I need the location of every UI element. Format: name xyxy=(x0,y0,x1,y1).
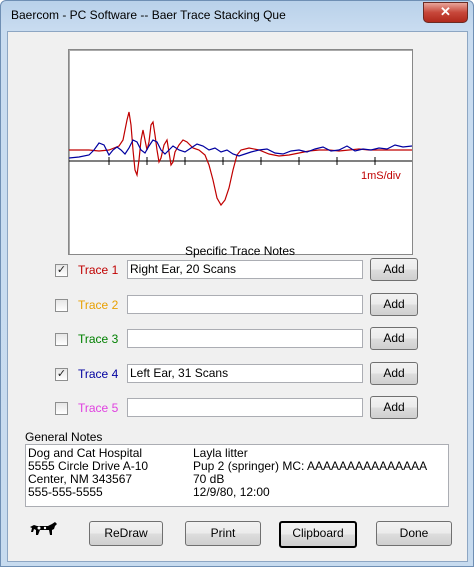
trace-2-checkbox[interactable] xyxy=(55,299,68,312)
trace-5-label: Trace 5 xyxy=(78,401,119,415)
window-title: Baercom - PC Software -- Baer Trace Stac… xyxy=(11,8,286,22)
trace-5-note-input[interactable] xyxy=(127,398,363,417)
app-window: Baercom - PC Software -- Baer Trace Stac… xyxy=(0,0,474,567)
trace-4-label: Trace 4 xyxy=(78,367,119,381)
trace-row-1: ✓ Trace 1 Right Ear, 20 Scans Add xyxy=(8,258,467,282)
trace-row-2: Trace 2 Add xyxy=(8,293,467,317)
trace-2-label: Trace 2 xyxy=(78,298,119,312)
trace-1-label: Trace 1 xyxy=(78,263,119,277)
trace-1-note-input[interactable]: Right Ear, 20 Scans xyxy=(127,260,363,279)
trace-3-label: Trace 3 xyxy=(78,332,119,346)
general-notes-textarea[interactable]: Dog and Cat Hospital 5555 Circle Drive A… xyxy=(25,444,449,507)
trace-row-3: Trace 3 Add xyxy=(8,327,467,351)
trace-plot-svg: 1mS/div xyxy=(69,111,412,207)
trace-notes-heading: Specific Trace Notes xyxy=(185,244,296,258)
general-notes-right-column: Layla litter Pup 2 (springer) MC: AAAAAA… xyxy=(193,447,427,499)
general-notes-left-column: Dog and Cat Hospital 5555 Circle Drive A… xyxy=(28,447,148,499)
trace-4-waveform xyxy=(69,139,412,159)
trace-1-waveform xyxy=(69,111,412,207)
dog-icon xyxy=(28,520,58,536)
trace-3-note-input[interactable] xyxy=(127,329,363,348)
trace-1-checkbox[interactable]: ✓ xyxy=(55,264,68,277)
clipboard-button[interactable]: Clipboard xyxy=(279,521,357,548)
title-bar[interactable]: Baercom - PC Software -- Baer Trace Stac… xyxy=(1,1,473,31)
trace-4-add-button[interactable]: Add xyxy=(370,362,418,385)
trace-plot: 1mS/div xyxy=(68,49,413,255)
general-notes-line: 12/9/80, 12:00 xyxy=(193,485,270,499)
trace-4-checkbox[interactable]: ✓ xyxy=(55,368,68,381)
done-button[interactable]: Done xyxy=(376,521,452,546)
general-notes-line: 555-555-5555 xyxy=(28,485,103,499)
print-button[interactable]: Print xyxy=(185,521,261,546)
trace-3-add-button[interactable]: Add xyxy=(370,327,418,350)
general-notes-label: General Notes xyxy=(25,430,103,444)
trace-row-4: ✓ Trace 4 Left Ear, 31 Scans Add xyxy=(8,362,467,386)
trace-4-note-input[interactable]: Left Ear, 31 Scans xyxy=(127,364,363,383)
trace-1-add-button[interactable]: Add xyxy=(370,258,418,281)
redraw-button[interactable]: ReDraw xyxy=(89,521,163,546)
trace-5-checkbox[interactable] xyxy=(55,402,68,415)
close-button[interactable]: ✕ xyxy=(423,2,468,23)
general-notes-line: Pup 2 (springer) MC: AAAAAAAAAAAAAAA xyxy=(193,459,428,473)
trace-2-add-button[interactable]: Add xyxy=(370,293,418,316)
trace-row-5: Trace 5 Add xyxy=(8,396,467,420)
trace-2-note-input[interactable] xyxy=(127,295,363,314)
plot-scale-label: 1mS/div xyxy=(361,170,401,182)
dialog-client-area: 1mS/div Specific Trace Notes ✓ Trace 1 R… xyxy=(7,31,468,562)
trace-5-add-button[interactable]: Add xyxy=(370,396,418,419)
trace-3-checkbox[interactable] xyxy=(55,333,68,346)
